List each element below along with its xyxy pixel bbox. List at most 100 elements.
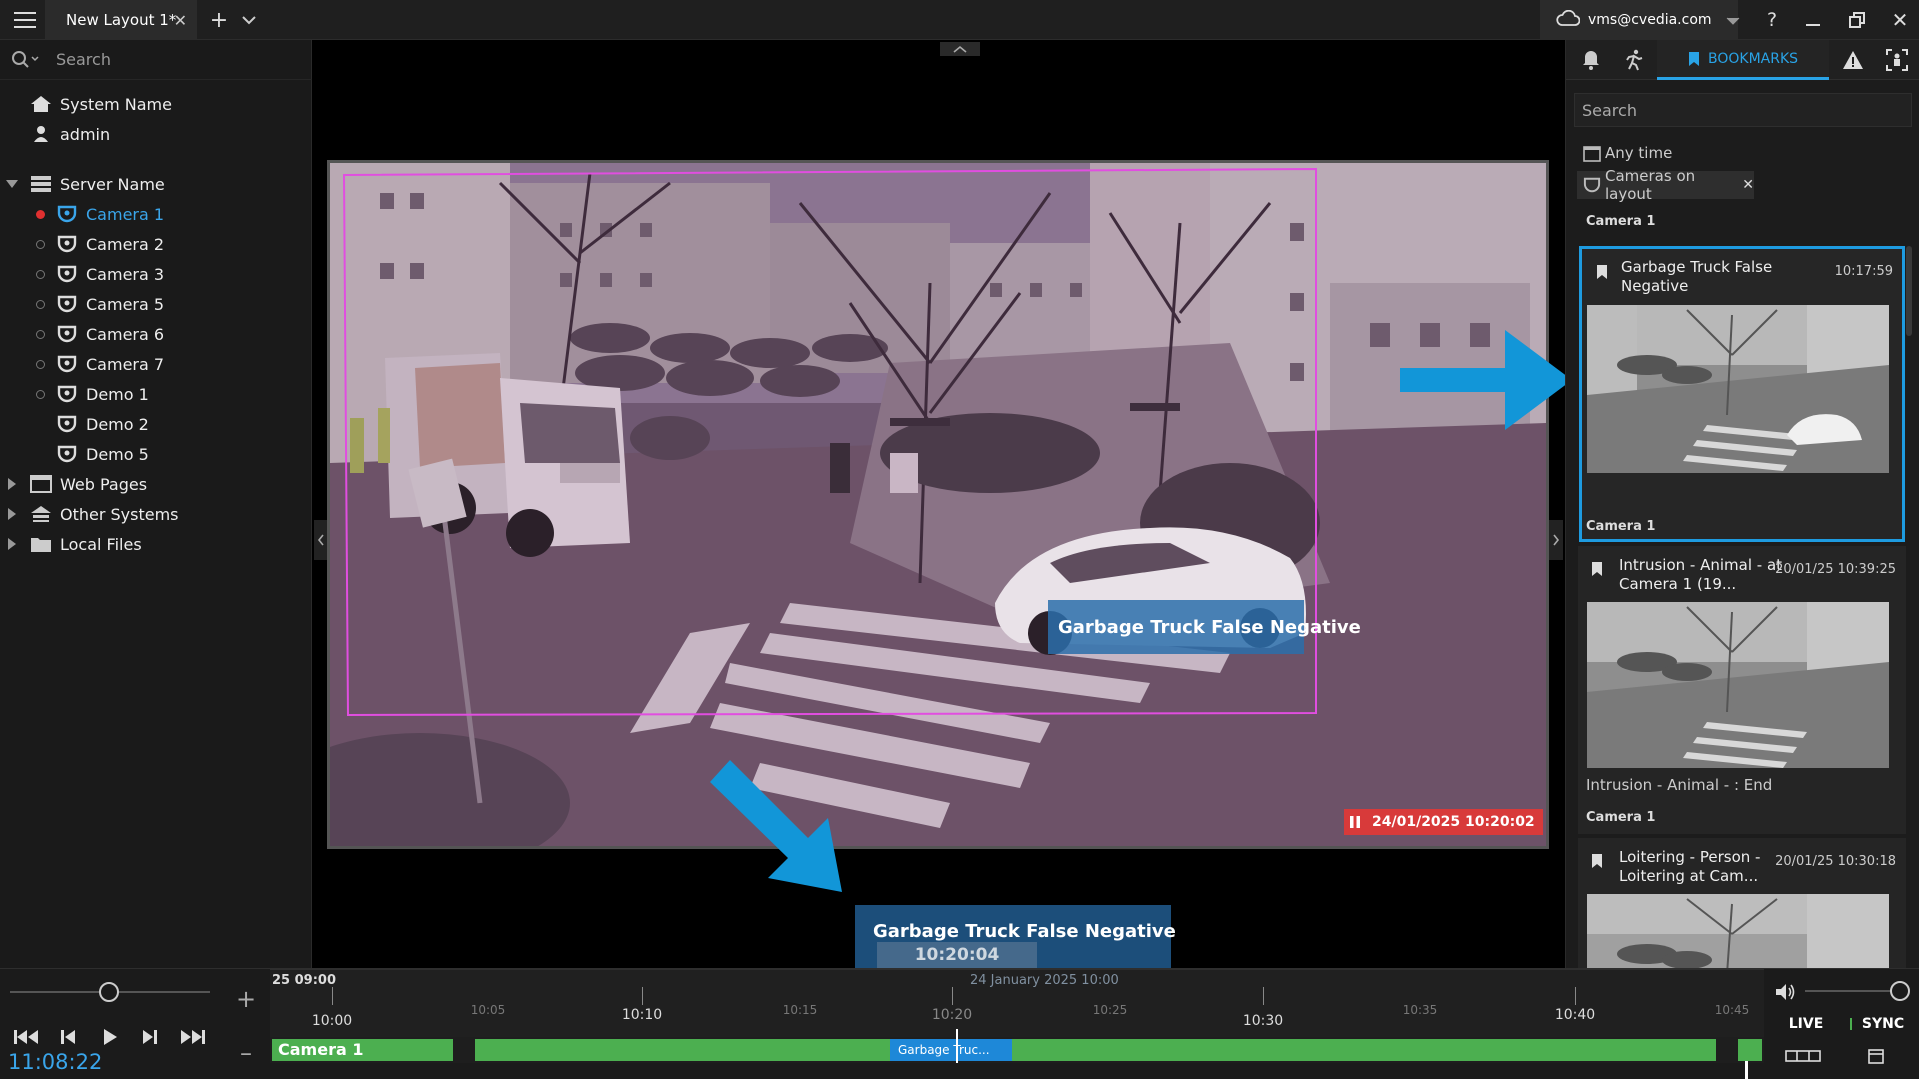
bookmark-time: 20/01/25 10:30:18 (1775, 854, 1896, 869)
warning-icon (1843, 51, 1863, 69)
tick-label: 10:45 (1714, 1003, 1750, 1017)
skip-end-button[interactable] (178, 1025, 206, 1049)
close-window-icon[interactable]: ✕ (1888, 8, 1912, 32)
zoom-out-button[interactable]: – (234, 1039, 258, 1067)
resource-search[interactable]: Search (0, 40, 312, 80)
tree-label: Other Systems (60, 504, 179, 524)
timestamp-text: 24/01/2025 10:20:02 (1372, 814, 1535, 830)
server-icon (28, 174, 54, 194)
annotation-arrow-right (1400, 330, 1572, 430)
camera-icon (54, 384, 80, 404)
playhead[interactable] (956, 1029, 958, 1063)
account-area[interactable]: vms@cvedia.com (1540, 0, 1740, 40)
layout-tab[interactable]: New Layout 1* ✕ (45, 0, 197, 40)
tick-label: 10:10 (621, 1007, 663, 1023)
tree-camera-7[interactable]: Camera 7 (54, 349, 164, 379)
timeline-date-label: 25 09:00 (272, 973, 336, 988)
restore-icon[interactable] (1845, 8, 1869, 32)
remove-filter-icon[interactable]: ✕ (1742, 177, 1754, 193)
bookmark-title: Garbage Truck False Negative (1621, 258, 1773, 295)
current-clock: 11:08:22 (8, 1050, 103, 1074)
tree-camera-3[interactable]: Camera 3 (54, 259, 164, 289)
skip-start-button[interactable] (13, 1025, 41, 1049)
live-button[interactable]: LIVE (1776, 1011, 1836, 1037)
tree-demo-1[interactable]: Demo 1 (54, 379, 149, 409)
events-tab[interactable] (1840, 48, 1866, 72)
bookmark-chip[interactable]: Garbage Truc... (890, 1039, 1012, 1061)
tree-camera-6[interactable]: Camera 6 (54, 319, 164, 349)
bookmark-card[interactable]: Intrusion - Animal - at Camera 1 (19... … (1578, 546, 1906, 834)
sync-button[interactable]: SYNC (1844, 1011, 1910, 1037)
chevron-down-icon[interactable] (238, 10, 260, 30)
camera-video-tile[interactable]: Garbage Truck False Negative 24/01/2025 … (327, 160, 1549, 849)
calendar-icon[interactable] (1864, 1045, 1888, 1067)
tree-demo-2[interactable]: Demo 2 (54, 409, 149, 439)
layout-tab-label: New Layout 1* (66, 11, 177, 29)
chevron-right-icon[interactable] (8, 478, 22, 490)
zoom-in-button[interactable]: + (234, 985, 258, 1013)
camera-icon (54, 354, 80, 374)
volume-icon[interactable] (1775, 983, 1797, 1005)
tree-other-systems[interactable]: Other Systems (8, 499, 179, 529)
volume-slider-knob[interactable] (1890, 981, 1910, 1001)
bookmark-thumbnail (1587, 305, 1889, 473)
tree-camera-2[interactable]: Camera 2 (54, 229, 164, 259)
tree-user[interactable]: admin (28, 119, 110, 149)
tree-local-files[interactable]: Local Files (8, 529, 142, 559)
chevron-right-icon[interactable] (8, 508, 22, 520)
step-back-button[interactable] (56, 1025, 80, 1049)
bookmark-card[interactable]: Loitering - Person - Loitering at Cam...… (1578, 838, 1906, 968)
tree-label: Camera 3 (86, 264, 165, 284)
tree-server[interactable]: Server Name (6, 169, 165, 199)
bookmark-card[interactable]: Garbage Truck False Negative 10:17:59 Ca… (1579, 246, 1905, 542)
time-filter[interactable]: Any time (1583, 144, 1672, 162)
tree-camera-1[interactable]: Camera 1 (54, 199, 164, 229)
object-search-icon (1886, 49, 1908, 71)
home-icon (28, 94, 54, 114)
tree-demo-5[interactable]: Demo 5 (54, 439, 149, 469)
chevron-down-icon (1726, 11, 1740, 30)
bookmark-thumbnail (1587, 894, 1889, 968)
list-scrollbar[interactable] (1906, 246, 1912, 336)
tree-label: Camera 5 (86, 294, 165, 314)
tree-label: Demo 2 (86, 414, 149, 434)
speed-slider-knob[interactable] (99, 982, 119, 1002)
tree-label: Camera 7 (86, 354, 165, 374)
camera-filter-chip[interactable]: Cameras on layout ✕ (1577, 167, 1754, 203)
bookmarks-tab-label: BOOKMARKS (1707, 50, 1799, 67)
detection-label[interactable]: Garbage Truck False Negative (1048, 600, 1361, 654)
speed-slider[interactable] (10, 982, 210, 1002)
camera-icon (54, 204, 80, 224)
bookmark-time: 20/01/25 10:39:25 (1775, 562, 1896, 577)
play-button[interactable] (98, 1025, 122, 1049)
hamburger-menu-icon[interactable] (12, 10, 38, 30)
bookmark-search-input[interactable]: Search (1574, 93, 1912, 127)
add-tab-icon[interactable]: + (208, 8, 230, 33)
camera-icon (54, 324, 80, 344)
notifications-tab[interactable] (1578, 48, 1604, 72)
collapse-top-handle[interactable] (940, 42, 980, 56)
chevron-right-icon[interactable] (8, 538, 22, 550)
tick-label: 10:25 (1092, 1003, 1128, 1017)
help-icon[interactable]: ? (1760, 8, 1784, 32)
tree-system-name[interactable]: System Name (28, 89, 172, 119)
motion-tab[interactable] (1621, 48, 1647, 72)
timeline-scale[interactable]: 25 09:00 10:00 10:10 10:20 10:30 10:40 1… (270, 969, 1764, 1037)
minimize-icon[interactable] (1801, 8, 1825, 32)
bookmarks-tab[interactable]: BOOKMARKS (1657, 40, 1829, 80)
camera-track[interactable]: Camera 1 Garbage Truc... (270, 1029, 1764, 1063)
close-tab-icon[interactable]: ✕ (174, 11, 187, 30)
live-label: LIVE (1788, 1016, 1824, 1032)
tree-label: Demo 5 (86, 444, 149, 464)
object-search-tab[interactable] (1884, 48, 1910, 72)
tree-camera-5[interactable]: Camera 5 (54, 289, 164, 319)
collapse-left-handle[interactable] (314, 520, 328, 560)
chevron-down-icon[interactable] (6, 180, 22, 188)
thumbnails-toggle-icon[interactable] (1785, 1045, 1821, 1067)
step-forward-button[interactable] (138, 1025, 162, 1049)
collapse-right-handle[interactable] (1549, 520, 1563, 560)
time-filter-label: Any time (1605, 144, 1673, 162)
bookmark-icon (1591, 853, 1603, 873)
status-dot (36, 330, 45, 339)
tree-web-pages[interactable]: Web Pages (8, 469, 147, 499)
